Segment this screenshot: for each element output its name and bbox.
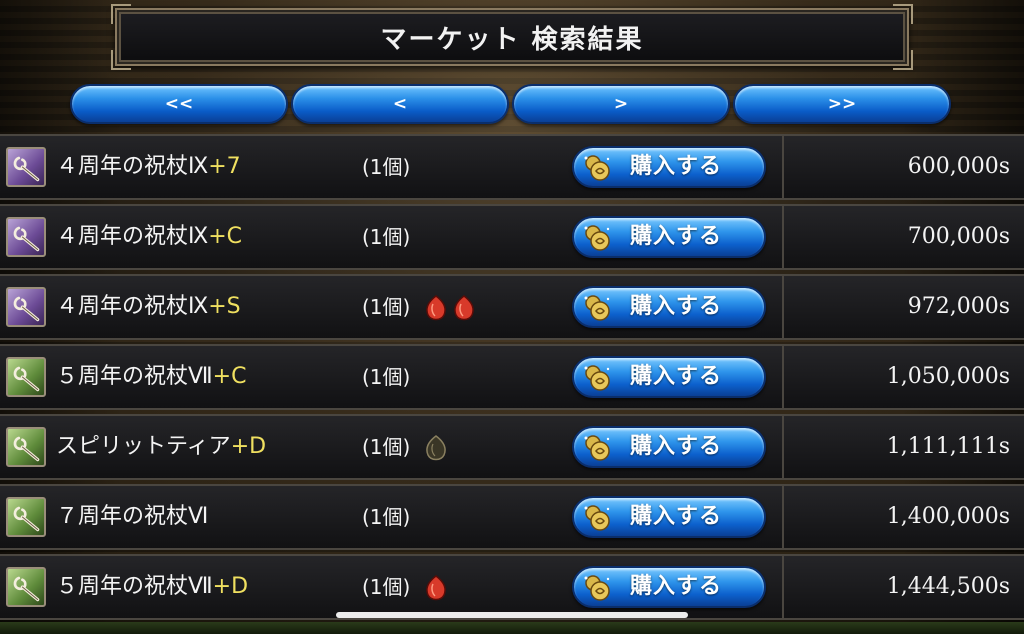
last-page-button[interactable]: >> [733,84,951,124]
buy-button[interactable]: 購入する [572,426,766,468]
buy-button[interactable]: 購入する [572,356,766,398]
item-name-text: ４周年の祝杖Ⅸ [56,294,209,319]
item-name-text: ５周年の祝杖Ⅶ [56,364,213,389]
list-item: スピリットティア+D (1個) 購入する 1,111,111s [0,414,1024,480]
buy-button-label: 購入する [630,434,723,459]
buy-button-label: 購入する [630,294,723,319]
first-page-button[interactable]: << [70,84,288,124]
buy-button-label: 購入する [630,154,723,179]
enhance-level: +S [208,294,241,319]
enhance-level: +C [212,364,247,389]
staff-icon [6,217,46,257]
enhance-level: +D [212,574,249,599]
column-divider [782,276,784,338]
quantity: (1個) [362,295,411,319]
item-name: ４周年の祝杖Ⅸ+C [56,206,242,268]
next-page-button[interactable]: > [512,84,730,124]
coin-icon [582,154,612,182]
home-indicator[interactable] [336,612,688,618]
gem-slots [424,434,448,462]
coin-icon [582,434,612,462]
gem-slots [424,574,448,602]
buy-button[interactable]: 購入する [572,146,766,188]
list-item: ５周年の祝杖Ⅶ+D (1個) 購入する 1,444,500s [0,554,1024,620]
buy-button-label: 購入する [630,574,723,599]
column-divider [782,346,784,408]
quantity: (1個) [362,505,411,529]
gem-slots [424,294,476,322]
list-item: ４周年の祝杖Ⅸ+C (1個) 購入する 700,000s [0,204,1024,270]
quantity: (1個) [362,575,411,599]
column-divider [782,556,784,618]
item-name-text: ７周年の祝杖Ⅵ [56,504,209,529]
staff-icon [6,567,46,607]
buy-button[interactable]: 購入する [572,286,766,328]
price: 600,000s [907,154,1010,179]
pagination-nav: << < > >> [70,84,951,124]
item-name: ４周年の祝杖Ⅸ+S [56,276,241,338]
price: 700,000s [907,224,1010,249]
red-gem-icon [424,294,448,322]
item-name-text: スピリットティア [56,434,231,459]
staff-icon [6,287,46,327]
enhance-level: +D [230,434,267,459]
quantity: (1個) [362,365,411,389]
quantity: (1個) [362,435,411,459]
dark-gem-icon [424,434,448,462]
frame-corner [111,50,131,70]
column-divider [782,416,784,478]
enhance-level: +7 [208,154,241,179]
list-item: ４周年の祝杖Ⅸ+S (1個) 購入する 972,000s [0,274,1024,340]
column-divider [782,486,784,548]
item-name-text: ４周年の祝杖Ⅸ [56,154,209,179]
list-item: ５周年の祝杖Ⅶ+C (1個) 購入する 1,050,000s [0,344,1024,410]
item-name-text: ５周年の祝杖Ⅶ [56,574,213,599]
price: 972,000s [907,294,1010,319]
price: 1,111,111s [886,434,1010,459]
buy-button[interactable]: 購入する [572,216,766,258]
red-gem-icon [452,294,476,322]
item-name: ７周年の祝杖Ⅵ [56,486,208,548]
price: 1,050,000s [886,364,1010,389]
title-bar: マーケット 検索結果 [111,4,913,70]
coin-icon [582,504,612,532]
list-item: ４周年の祝杖Ⅸ+7 (1個) 購入する 600,000s [0,134,1024,200]
item-name: ５周年の祝杖Ⅶ+D [56,556,248,618]
price: 1,444,500s [886,574,1010,599]
frame-corner [893,50,913,70]
buy-button-label: 購入する [630,504,723,529]
staff-icon [6,427,46,467]
column-divider [782,136,784,198]
quantity: (1個) [362,225,411,249]
staff-icon [6,357,46,397]
coin-icon [582,224,612,252]
buy-button-label: 購入する [630,224,723,249]
coin-icon [582,294,612,322]
frame-corner [111,4,131,24]
page-title: マーケット 検索結果 [380,24,644,55]
column-divider [782,206,784,268]
bottom-strip [0,622,1024,634]
item-name: スピリットティア+D [56,416,266,478]
enhance-level: +C [208,224,242,249]
red-gem-icon [424,574,448,602]
item-name: ４周年の祝杖Ⅸ+7 [56,136,241,198]
result-list: ４周年の祝杖Ⅸ+7 (1個) 購入する 600,000s ４周年の祝杖Ⅸ+C (1個) 購入… [0,134,1024,620]
item-name: ５周年の祝杖Ⅶ+C [56,346,246,408]
buy-button[interactable]: 購入する [572,496,766,538]
buy-button-label: 購入する [630,364,723,389]
list-item: ７周年の祝杖Ⅵ (1個) 購入する 1,400,000s [0,484,1024,550]
quantity: (1個) [362,155,411,179]
staff-icon [6,147,46,187]
price: 1,400,000s [886,504,1010,529]
prev-page-button[interactable]: < [291,84,509,124]
coin-icon [582,364,612,392]
item-name-text: ４周年の祝杖Ⅸ [56,224,209,249]
buy-button[interactable]: 購入する [572,566,766,608]
frame-corner [893,4,913,24]
coin-icon [582,574,612,602]
staff-icon [6,497,46,537]
